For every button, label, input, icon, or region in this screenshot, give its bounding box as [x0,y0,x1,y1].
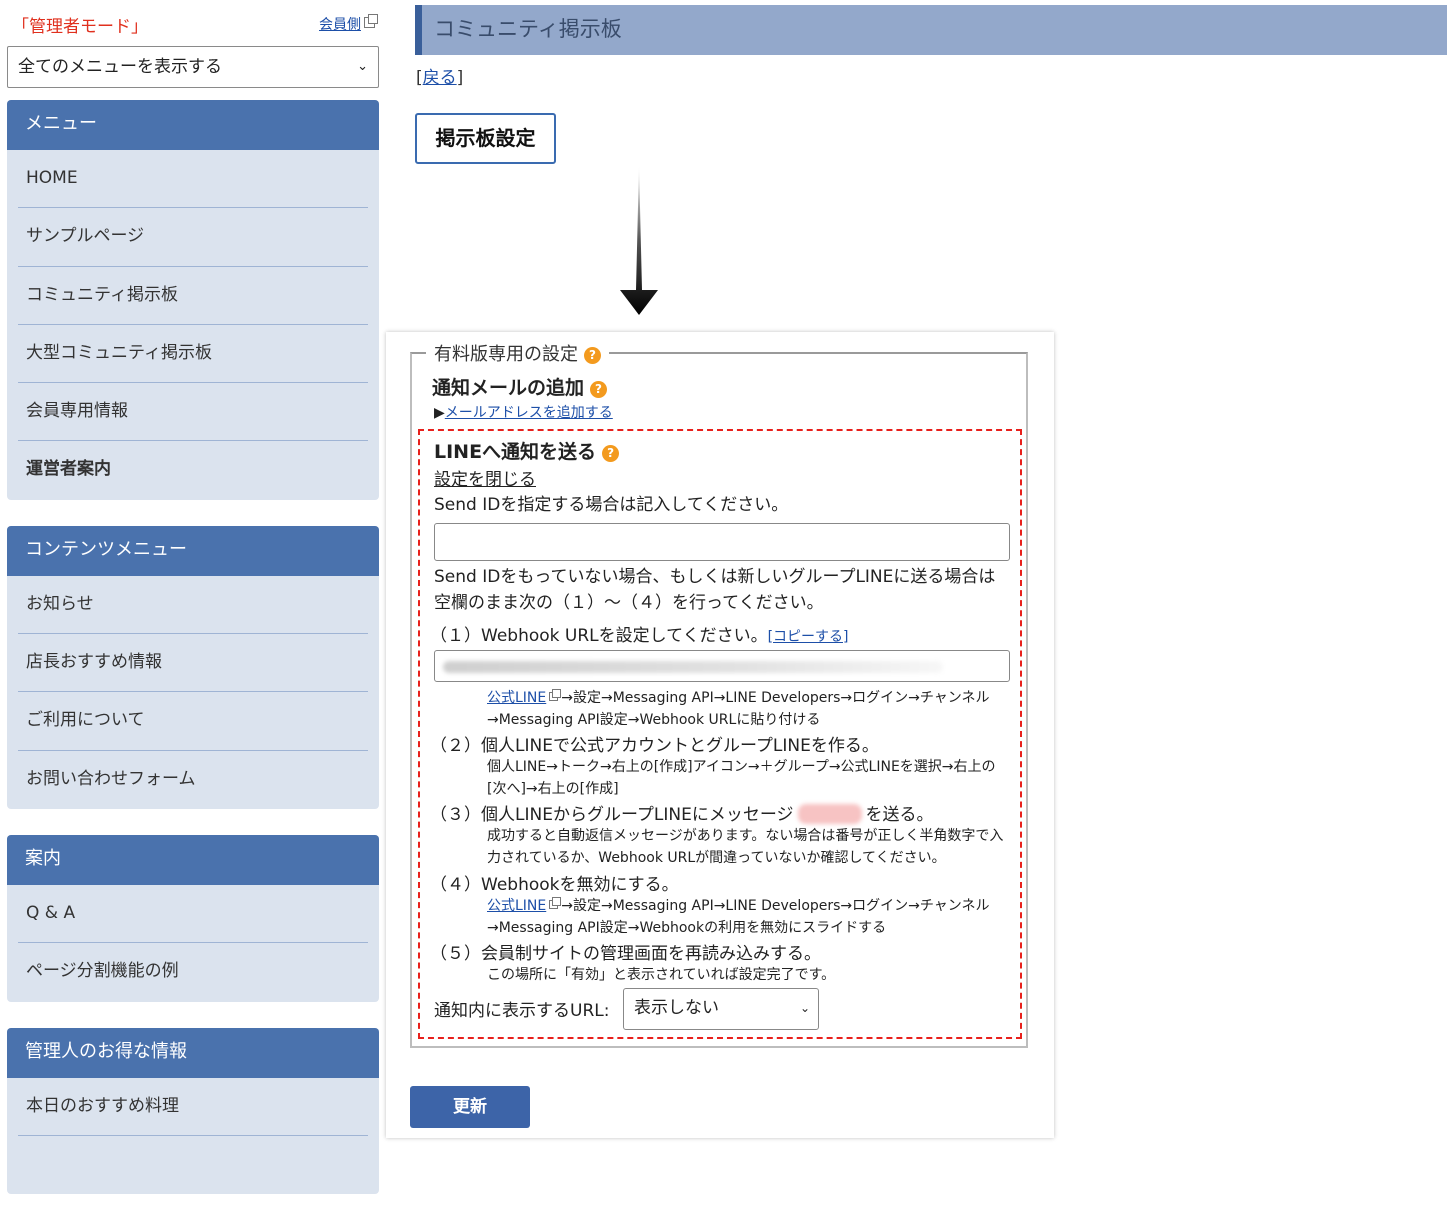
sidebar-item-page-split-example[interactable]: ページ分割機能の例 [18,943,368,1001]
admin-row: 「管理者モード」 会員側 [7,0,379,46]
send-id-description: Send IDをもっていない場合、もしくは新しいグループLINEに送る場合は空欄… [434,567,996,613]
down-arrow-icon [620,165,658,315]
url-display-label: 通知内に表示するURL: [434,1001,610,1021]
line-notify-box: LINEへ通知を送る? 設定を閉じる Send IDを指定する場合は記入してくだ… [418,429,1022,1039]
paid-settings-panel: 有料版専用の設定? 通知メールの追加? ▶メールアドレスを追加する LINEへ通… [386,332,1054,1138]
step-3-note: 成功すると自動返信メッセージがあります。ない場合は番号が正しく半角数字で入力され… [487,828,1004,866]
webhook-url-input[interactable] [434,650,1010,682]
help-icon[interactable]: ? [590,381,608,398]
external-link-icon [549,689,562,701]
help-icon[interactable]: ? [584,347,601,364]
update-button[interactable]: 更新 [410,1086,530,1128]
menu-display-select[interactable]: 全てのメニューを表示する ⌄ [7,46,379,88]
line-notify-heading: LINEへ通知を送る? [434,437,620,464]
step-3: （３）個人LINEからグループLINEにメッセージ を送る。 [430,800,934,825]
page-title: コミュニティ掲示板 [415,5,1447,55]
menu-heading: 管理人のお得な情報 [7,1027,379,1078]
sidebar: 「管理者モード」 会員側 全てのメニューを表示する ⌄ メニュー HOME サン… [7,0,379,1220]
menu-box-admin-deals: 管理人のお得な情報 本日のおすすめ料理 [7,1027,379,1195]
notif-mail-heading: 通知メールの追加? [432,373,608,400]
line-notify-heading-text: LINEへ通知を送る [434,441,597,463]
board-settings-button[interactable]: 掲示板設定 [415,113,556,164]
close-settings-link[interactable]: 設定を閉じる [434,465,536,490]
copy-webhook-link[interactable]: [コピーする] [768,629,849,645]
sidebar-item-sample-page[interactable]: サンプルページ [18,208,368,267]
back-bracket-close: ] [456,68,464,88]
member-side-label[interactable]: 会員側 [319,17,361,33]
url-display-select[interactable]: 表示しない ⌄ [623,988,819,1030]
sidebar-item-manager-picks[interactable]: 店長おすすめ情報 [18,634,368,693]
step-4: （４）Webhookを無効にする。 [430,875,679,895]
chevron-down-icon: ⌄ [357,59,368,74]
add-mail-link[interactable]: メールアドレスを追加する [445,405,613,421]
admin-mode-label: 「管理者モード」 [12,17,148,37]
paid-settings-fieldset: 有料版専用の設定? 通知メールの追加? ▶メールアドレスを追加する LINEへ通… [410,340,1028,1048]
blurred-url [443,661,943,673]
add-mail-row: ▶メールアドレスを追加する [434,402,613,422]
official-line-link[interactable]: 公式LINE [487,690,546,706]
menu-display-select-value: 全てのメニューを表示する [18,57,222,77]
external-link-icon [364,14,378,28]
menu-box-guide: 案内 Q & A ページ分割機能の例 [7,834,379,1002]
step-3-text: （３）個人LINEからグループLINEにメッセージ [430,805,794,825]
step-1-note: 公式LINE →設定→Messaging API→LINE Developers→… [487,687,1012,731]
sidebar-item-usage[interactable]: ご利用について [18,692,368,751]
paid-settings-legend: 有料版専用の設定? [426,340,609,366]
sidebar-item-large-community-board[interactable]: 大型コミュニティ掲示板 [18,325,368,384]
sidebar-item-community-board[interactable]: コミュニティ掲示板 [18,267,368,325]
chevron-down-icon: ⌄ [799,1001,810,1015]
menu-heading: 案内 [7,834,379,885]
sidebar-item-news[interactable]: お知らせ [18,576,368,635]
sidebar-item-member-info[interactable]: 会員専用情報 [18,383,368,442]
step-4-note: 公式LINE →設定→Messaging API→LINE Developers→… [487,895,1012,939]
sidebar-item-partial[interactable] [18,1136,368,1194]
step-2-note: 個人LINE→トーク→右上の[作成]アイコン→＋グループ→公式LINEを選択→右… [487,759,996,797]
step-1-note-text: →設定→Messaging API→LINE Developers→ログイン→チ… [487,690,990,728]
blurred-message [797,804,862,824]
back-link[interactable]: 戻る [423,68,457,88]
step-2: （２）個人LINEで公式アカウントとグループLINEを作る。 [430,736,879,756]
paid-settings-legend-text: 有料版専用の設定 [434,344,578,365]
step-5: （５）会員制サイトの管理画面を再読み込みする。 [430,944,821,964]
menu-box-contents: コンテンツメニュー お知らせ 店長おすすめ情報 ご利用について お問い合わせフォ… [7,525,379,809]
external-link-icon [549,897,562,909]
member-side-link[interactable]: 会員側 [319,14,378,34]
triangle-icon: ▶ [434,405,445,421]
menu-box-main: メニュー HOME サンプルページ コミュニティ掲示板 大型コミュニティ掲示板 … [7,100,379,500]
back-link-wrapper: [戻る] [416,63,463,88]
step-4-note-text: →設定→Messaging API→LINE Developers→ログイン→チ… [487,898,990,936]
sidebar-item-contact-form[interactable]: お問い合わせフォーム [18,751,368,809]
sidebar-item-qa[interactable]: Q & A [18,885,368,944]
step-1-text: （１）Webhook URLを設定してください。 [430,626,768,646]
notif-mail-heading-text: 通知メールの追加 [432,377,585,399]
back-bracket-open: [ [416,68,423,88]
help-icon[interactable]: ? [602,445,620,462]
menu-heading: コンテンツメニュー [7,525,379,576]
send-id-hint: Send IDを指定する場合は記入してください。 [434,495,789,515]
sidebar-item-operator-info[interactable]: 運営者案内 [18,441,368,499]
url-display-select-value: 表示しない [634,998,719,1018]
official-line-link[interactable]: 公式LINE [487,898,546,914]
step-3-text-end: を送る。 [865,805,934,825]
step-5-note: この場所に「有効」と表示されていれば設定完了です。 [487,967,836,983]
sidebar-item-todays-dish[interactable]: 本日のおすすめ料理 [18,1078,368,1136]
sidebar-item-home[interactable]: HOME [18,150,368,209]
step-1: （１）Webhook URLを設定してください。[コピーする] [430,621,849,646]
send-id-input[interactable] [434,523,1010,561]
menu-heading: メニュー [7,100,379,150]
